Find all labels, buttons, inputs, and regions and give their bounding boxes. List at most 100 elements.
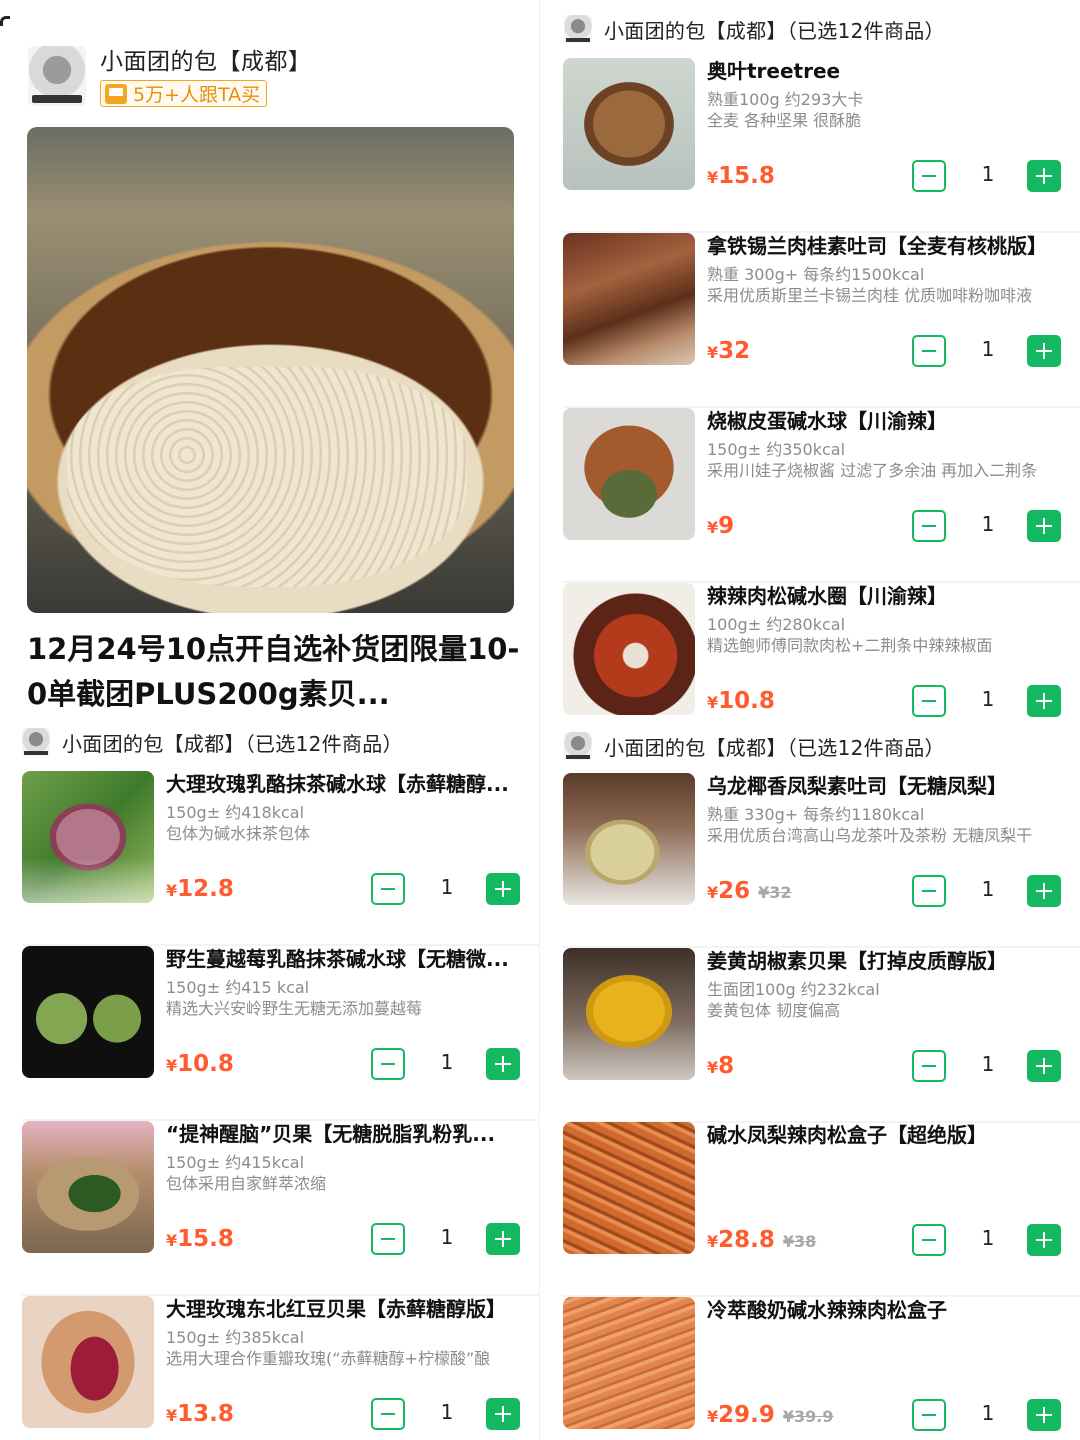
quantity-value: 1 xyxy=(440,1050,454,1074)
minus-icon[interactable] xyxy=(371,1223,405,1255)
minus-icon[interactable] xyxy=(371,873,405,905)
product-name[interactable]: 辣辣肉松碱水圈【川渝辣】 xyxy=(707,583,1079,609)
minus-icon[interactable] xyxy=(912,685,946,717)
minus-icon[interactable] xyxy=(912,1399,946,1431)
product-name[interactable]: “提神醒脑”贝果【无糖脱脂乳粉乳... xyxy=(166,1121,538,1147)
product-thumbnail[interactable] xyxy=(22,1121,154,1253)
plus-icon[interactable] xyxy=(1027,1224,1061,1256)
product-name[interactable]: 大理玫瑰东北红豆贝果【赤藓糖醇版】 xyxy=(166,1296,538,1322)
price-row: ¥29.9 ¥39.9 xyxy=(707,1402,834,1428)
product-spec: 熟重 300g+ 每条约1500kcal xyxy=(707,265,925,284)
price-row: ¥10.8 xyxy=(166,1051,234,1077)
price-row: ¥8 xyxy=(707,1053,734,1079)
product-item[interactable]: 大理玫瑰乳酪抹茶碱水球【赤藓糖醇... 150g± 约418kcal 包体为碱水… xyxy=(22,771,540,946)
product-item[interactable]: 辣辣肉松碱水圈【川渝辣】 100g± 约280kcal 精选鲍师傅同款肉松+二荆… xyxy=(563,583,1080,723)
group-header[interactable]: 小面团的包【成都】（已选12件商品） xyxy=(564,731,945,761)
minus-icon[interactable] xyxy=(912,510,946,542)
product-name[interactable]: 奥叶treetree xyxy=(707,58,1079,84)
minus-icon[interactable] xyxy=(371,1398,405,1430)
product-thumbnail[interactable] xyxy=(563,58,695,190)
original-price: ¥32 xyxy=(758,883,792,902)
product-item[interactable]: 大理玫瑰东北红豆贝果【赤藓糖醇版】 150g± 约385kcal 选用大理合作重… xyxy=(22,1296,540,1440)
plus-icon[interactable] xyxy=(1027,335,1061,367)
plus-icon[interactable] xyxy=(486,1048,520,1080)
shop-avatar[interactable] xyxy=(28,46,86,106)
price-row: ¥13.8 xyxy=(166,1401,234,1427)
left-column: 小面团的包【成都】 5万+人跟TA买 12月24号10点开自选补货团限量10- … xyxy=(0,0,540,1440)
product-item[interactable]: 碱水凤梨辣肉松盒子【超绝版】 ¥28.8 ¥38 1 xyxy=(563,1122,1080,1297)
product-spec: 150g± 约415 kcal xyxy=(166,978,310,997)
product-item[interactable]: 姜黄胡椒素贝果【打掉皮质醇版】 生面团100g 约232kcal 姜黄包体 韧度… xyxy=(563,948,1080,1123)
group-header[interactable]: 小面团的包【成都】（已选12件商品） xyxy=(564,14,945,44)
product-thumbnail[interactable] xyxy=(22,1296,154,1428)
original-price: ¥38 xyxy=(782,1232,817,1251)
plus-icon[interactable] xyxy=(1027,160,1061,192)
product-item[interactable]: 乌龙椰香凤梨素吐司【无糖凤梨】 熟重 330g+ 每条约1180kcal 采用优… xyxy=(563,773,1080,948)
product-thumbnail[interactable] xyxy=(563,233,695,365)
minus-icon[interactable] xyxy=(912,875,946,907)
quantity-stepper: 1 xyxy=(371,1398,539,1432)
quantity-value: 1 xyxy=(440,1400,454,1424)
shop-name[interactable]: 小面团的包【成都】 xyxy=(100,42,312,76)
product-thumbnail[interactable] xyxy=(22,771,154,903)
product-thumbnail[interactable] xyxy=(563,773,695,905)
plus-icon[interactable] xyxy=(1027,1399,1061,1431)
product-price: ¥8 xyxy=(707,1053,735,1079)
group-header-text: 小面团的包【成都】（已选12件商品） xyxy=(604,735,945,760)
product-name[interactable]: 烧椒皮蛋碱水球【川渝辣】 xyxy=(707,408,1079,434)
product-item[interactable]: 野生蔓越莓乳酪抹茶碱水球【无糖微... 150g± 约415 kcal 精选大兴… xyxy=(22,946,540,1121)
product-name[interactable]: 野生蔓越莓乳酪抹茶碱水球【无糖微... xyxy=(166,946,538,972)
product-name[interactable]: 拿铁锡兰肉桂素吐司【全麦有核桃版】 xyxy=(707,233,1079,259)
product-desc: 采用优质斯里兰卡锡兰肉桂 优质咖啡粉咖啡液 xyxy=(707,286,1033,305)
quantity-stepper: 1 xyxy=(371,1223,539,1257)
product-thumbnail[interactable] xyxy=(563,408,695,540)
product-item[interactable]: 拿铁锡兰肉桂素吐司【全麦有核桃版】 熟重 300g+ 每条约1500kcal 采… xyxy=(563,233,1080,408)
minus-icon[interactable] xyxy=(912,1050,946,1082)
product-price: ¥15.8 xyxy=(707,163,775,189)
minus-icon[interactable] xyxy=(912,335,946,367)
minus-icon[interactable] xyxy=(912,1224,946,1256)
plus-icon[interactable] xyxy=(1027,1050,1061,1082)
post-title[interactable]: 12月24号10点开自选补货团限量10- 0单截团PLUS200g素贝... xyxy=(27,627,527,717)
product-name[interactable]: 乌龙椰香凤梨素吐司【无糖凤梨】 xyxy=(707,773,1079,799)
product-item[interactable]: 冷萃酸奶碱水辣辣肉松盒子 ¥29.9 ¥39.9 1 xyxy=(563,1297,1080,1440)
product-item[interactable]: 烧椒皮蛋碱水球【川渝辣】 150g± 约350kcal 采用川娃子烧椒酱 过滤了… xyxy=(563,408,1080,583)
original-price: ¥39.9 xyxy=(782,1407,834,1426)
product-spec: 生面团100g 约232kcal xyxy=(707,980,880,999)
plus-icon[interactable] xyxy=(486,1223,520,1255)
product-desc: 包体采用自家鲜萃浓缩 xyxy=(166,1174,327,1193)
product-desc: 全麦 各种坚果 很酥脆 xyxy=(707,111,862,130)
quantity-value: 1 xyxy=(981,877,995,901)
product-spec: 100g± 约280kcal xyxy=(707,615,846,634)
plus-icon[interactable] xyxy=(486,873,520,905)
plus-icon[interactable] xyxy=(1027,685,1061,717)
price-row: ¥10.8 xyxy=(707,688,775,714)
product-thumbnail[interactable] xyxy=(563,1297,695,1429)
price-row: ¥15.8 xyxy=(707,163,775,189)
product-thumbnail[interactable] xyxy=(563,948,695,1080)
product-price: ¥26 xyxy=(707,878,751,904)
product-thumbnail[interactable] xyxy=(563,583,695,715)
right-column: 小面团的包【成都】（已选12件商品） 奥叶treetree 熟重100g 约29… xyxy=(540,0,1080,1440)
product-name[interactable]: 大理玫瑰乳酪抹茶碱水球【赤藓糖醇... xyxy=(166,771,538,797)
product-thumbnail[interactable] xyxy=(22,946,154,1078)
plus-icon[interactable] xyxy=(486,1398,520,1430)
buy-count-text: 5万+人跟TA买 xyxy=(133,84,261,106)
product-price: ¥32 xyxy=(707,338,751,364)
plus-icon[interactable] xyxy=(1027,510,1061,542)
hero-image[interactable] xyxy=(27,127,514,613)
minus-icon[interactable] xyxy=(371,1048,405,1080)
product-price: ¥15.8 xyxy=(166,1226,234,1252)
product-item[interactable]: 奥叶treetree 熟重100g 约293大卡 全麦 各种坚果 很酥脆 ¥15… xyxy=(563,58,1080,233)
product-thumbnail[interactable] xyxy=(563,1122,695,1254)
post-title-line-1: 12月24号10点开自选补货团限量10- xyxy=(27,632,520,666)
plus-icon[interactable] xyxy=(1027,875,1061,907)
product-name[interactable]: 姜黄胡椒素贝果【打掉皮质醇版】 xyxy=(707,948,1079,974)
product-spec: 熟重100g 约293大卡 xyxy=(707,90,864,109)
price-row: ¥26 ¥32 xyxy=(707,878,792,904)
product-name[interactable]: 碱水凤梨辣肉松盒子【超绝版】 xyxy=(707,1122,1079,1148)
product-name[interactable]: 冷萃酸奶碱水辣辣肉松盒子 xyxy=(707,1297,1079,1323)
minus-icon[interactable] xyxy=(912,160,946,192)
group-header[interactable]: 小面团的包【成都】（已选12件商品） xyxy=(22,727,403,757)
product-item[interactable]: “提神醒脑”贝果【无糖脱脂乳粉乳... 150g± 约415kcal 包体采用自… xyxy=(22,1121,540,1296)
